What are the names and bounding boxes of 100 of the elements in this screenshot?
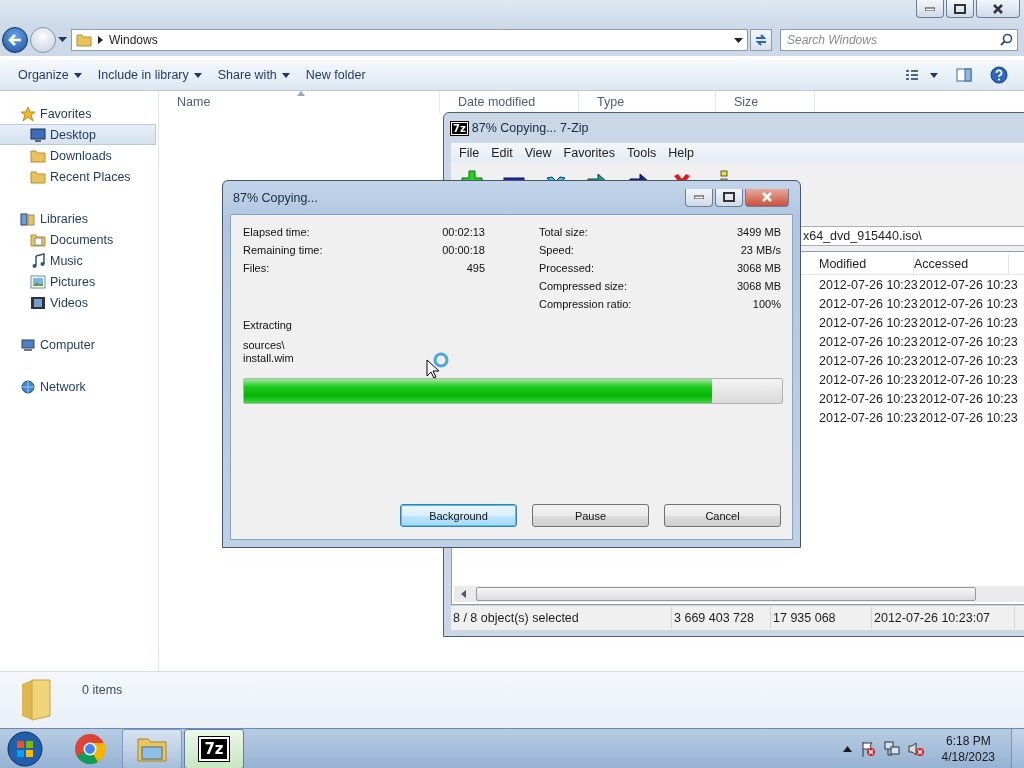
column-header[interactable]: Accessed: [914, 254, 1009, 274]
operation-label: Extracting: [243, 319, 293, 332]
menu-item[interactable]: Edit: [485, 146, 519, 160]
music-note-icon: [30, 252, 46, 269]
maximize-icon: [723, 192, 735, 202]
navigation-item[interactable]: Computer: [0, 334, 158, 355]
toolbar-button[interactable]: Share with: [209, 68, 298, 82]
monitor-icon: [30, 126, 46, 143]
file-path: sources\: [243, 339, 286, 352]
clock-time: 6:18 PM: [945, 733, 991, 749]
table-cell-text: 2012-07-26 10:23: [818, 277, 919, 292]
navigation-item[interactable]: Favorites: [0, 103, 158, 124]
toolbar-button[interactable]: Organize: [10, 68, 90, 82]
muted-speaker-icon[interactable]: [907, 741, 924, 757]
menu-item[interactable]: View: [518, 146, 558, 160]
clock-date: 4/18/2023: [941, 749, 995, 765]
caret-icon: [193, 72, 202, 78]
app-logo: 7z: [199, 737, 229, 761]
navigation-item[interactable]: Libraries: [0, 208, 158, 229]
minimize-icon: [694, 195, 704, 199]
dialog-button[interactable]: Pause: [532, 504, 649, 527]
table-cell-text: 2012-07-26 10:23: [818, 372, 919, 387]
column-header[interactable]: Modified: [813, 254, 914, 274]
dialog-title: 87% Copying...: [233, 190, 318, 205]
stat-value: 00:02:13: [442, 226, 485, 238]
app-logo: 7z: [451, 121, 468, 135]
network-icon: [20, 378, 36, 395]
flag-icon[interactable]: [859, 741, 876, 757]
toolbar-button[interactable]: Include in library: [89, 68, 210, 82]
view-options-icon[interactable]: [906, 69, 938, 81]
minimize-button[interactable]: [916, 0, 944, 18]
stat-label: Remaining time:: [243, 244, 323, 256]
dialog-button[interactable]: Background: [400, 504, 517, 527]
stat-label: Files:: [243, 262, 270, 274]
back-button[interactable]: [2, 27, 28, 53]
library-icon: [20, 210, 36, 227]
caret-icon: [734, 37, 743, 43]
menu-item[interactable]: Favorites: [557, 146, 621, 160]
browser-icon: [74, 733, 106, 765]
maximize-button[interactable]: [715, 188, 743, 207]
close-button[interactable]: [976, 0, 1020, 18]
document-icon: [30, 231, 46, 248]
window-title: 87% Copying... 7-Zip: [471, 121, 589, 135]
status-text: 3 669 403 728: [672, 607, 771, 629]
status-text: 17 935 068: [771, 607, 872, 629]
taskbar-app-button[interactable]: 7z: [184, 729, 244, 768]
picture-icon: [30, 273, 46, 290]
status-text: 2012-07-26 10:23:07: [872, 607, 1015, 629]
address-bar[interactable]: Windows: [71, 29, 748, 51]
show-hidden-icons-icon[interactable]: [842, 746, 852, 752]
menu-item[interactable]: Tools: [621, 146, 663, 160]
minimize-icon: [925, 6, 935, 11]
navigation-item[interactable]: Downloads: [0, 145, 156, 166]
help-icon[interactable]: [990, 66, 1008, 84]
toolbar-button[interactable]: New folder: [297, 68, 374, 82]
folder-icon: [30, 147, 46, 164]
refresh-button[interactable]: [750, 29, 772, 51]
maximize-button[interactable]: [946, 0, 974, 18]
stat-label: Compression ratio:: [539, 298, 632, 310]
stat-label: Total size:: [539, 226, 588, 238]
preview-pane-icon[interactable]: [956, 68, 972, 82]
table-cell-text: 2012-07-26 10:23: [818, 353, 919, 368]
horizontal-scrollbar[interactable]: [454, 586, 1024, 602]
stat-label: Processed:: [539, 262, 595, 274]
refresh-icon: [754, 33, 768, 47]
file-path: install.wim: [243, 352, 295, 365]
table-cell: 2012-07-26 10:23: [919, 296, 1019, 311]
table-cell-text: 2012-07-26 10:23: [818, 334, 919, 349]
close-icon: [992, 3, 1004, 14]
table-cell: 2012-07-26 10:23: [919, 372, 1019, 387]
caret-icon[interactable]: [58, 37, 67, 43]
navigation-item[interactable]: Videos: [0, 292, 156, 313]
navigation-item[interactable]: Pictures: [0, 271, 156, 292]
navigation-item[interactable]: Desktop: [0, 124, 156, 145]
navigation-item[interactable]: Network: [0, 376, 158, 397]
caret-icon: [73, 72, 82, 78]
table-cell-text: 2012-07-26 10:23: [818, 410, 919, 425]
stat-value: 23 MB/s: [740, 244, 781, 256]
menu-item[interactable]: File: [453, 146, 486, 160]
minimize-button[interactable]: [685, 188, 713, 207]
menu-item[interactable]: Help: [662, 146, 700, 160]
start-button[interactable]: [4, 730, 46, 768]
maximize-icon: [954, 3, 966, 14]
caret-icon: [281, 72, 290, 78]
navigation-item[interactable]: Documents: [0, 229, 156, 250]
search-icon[interactable]: [1000, 33, 1013, 46]
path-field[interactable]: x64_dvd_915440.iso\: [801, 226, 1024, 246]
folder-icon: [30, 168, 46, 185]
folder-icon: [76, 32, 92, 48]
navigation-item[interactable]: Recent Places: [0, 166, 156, 187]
film-icon: [30, 294, 46, 311]
navigation-item[interactable]: Music: [0, 250, 156, 271]
table-cell-text: 2012-07-26 10:23: [818, 315, 919, 330]
close-icon: [761, 192, 773, 202]
dialog-button[interactable]: Cancel: [664, 504, 781, 527]
network-icon[interactable]: [883, 741, 900, 757]
stat-label: Elapsed time:: [243, 226, 310, 238]
stat-value: 00:00:18: [442, 244, 485, 256]
search-field[interactable]: Search Windows: [780, 29, 1018, 51]
table-cell: 2012-07-26 10:23: [919, 391, 1019, 406]
